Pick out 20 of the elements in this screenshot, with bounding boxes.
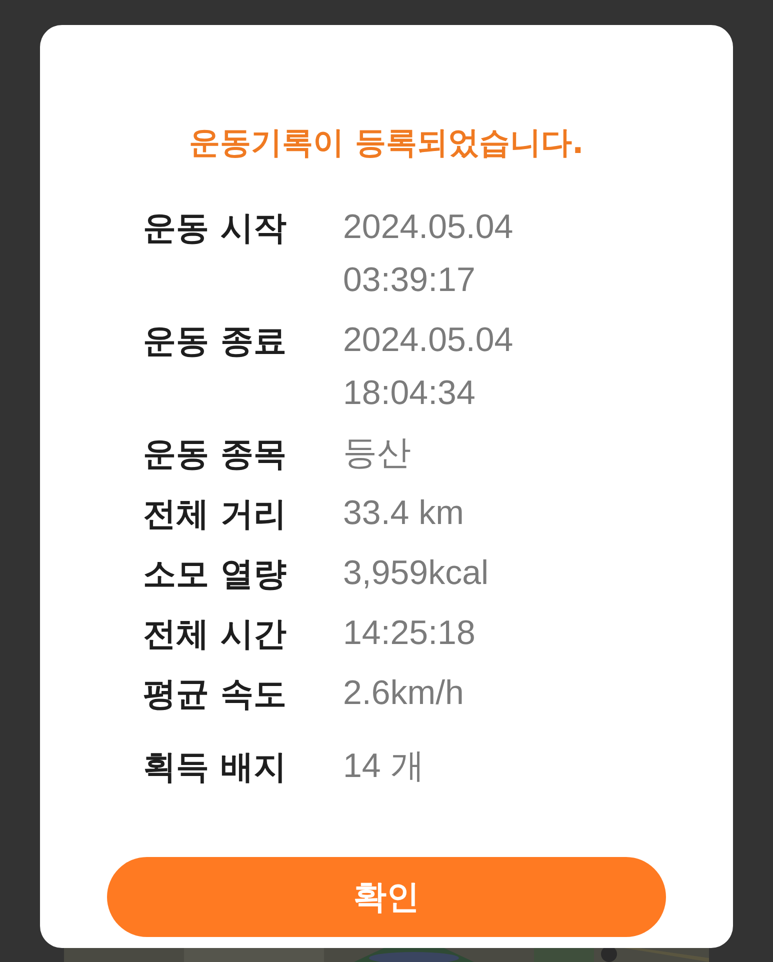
field-label: 전체 시간: [143, 613, 288, 655]
field-value: 2024.05.04: [343, 320, 514, 361]
field-value: 14 개: [343, 746, 424, 787]
field-value: 03:39:17: [343, 260, 476, 301]
field-label: 획득 배지: [143, 746, 288, 788]
field-value: 18:04:34: [343, 373, 476, 414]
dialog-title: 운동기록이 등록되었습니다.: [189, 124, 584, 163]
field-label: 전체 거리: [143, 493, 288, 535]
field-value: 14:25:18: [343, 613, 476, 654]
field-label: 운동 시작: [143, 207, 288, 249]
field-value: 33.4 km: [343, 493, 464, 534]
field-label: 평균 속도: [143, 673, 288, 715]
confirm-button[interactable]: 확인: [107, 857, 666, 937]
field-value: 등산: [343, 433, 411, 474]
field-value: 2024.05.04: [343, 207, 514, 248]
field-label: 운동 종료: [143, 320, 288, 362]
field-value: 2.6km/h: [343, 673, 464, 714]
field-label: 운동 종목: [143, 433, 288, 475]
field-label: 소모 열량: [143, 553, 288, 595]
field-value: 3,959kcal: [343, 553, 489, 594]
